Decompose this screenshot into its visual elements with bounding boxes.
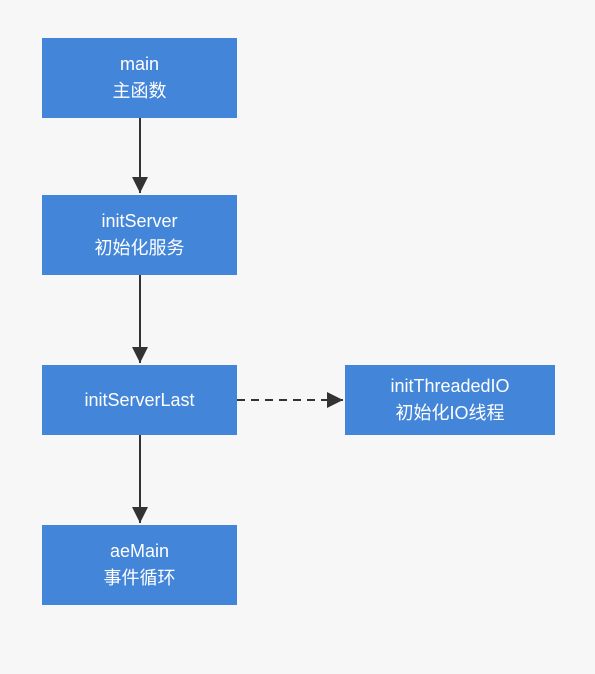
node-init-server-last: initServerLast bbox=[42, 365, 237, 435]
node-init-server: initServer 初始化服务 bbox=[42, 195, 237, 275]
node-main: main 主函数 bbox=[42, 38, 237, 118]
node-ae-main-line2: 事件循环 bbox=[104, 565, 176, 592]
node-main-line1: main bbox=[120, 51, 159, 78]
node-main-line2: 主函数 bbox=[113, 78, 167, 105]
node-ae-main-line1: aeMain bbox=[110, 538, 169, 565]
node-init-threaded-io-line1: initThreadedIO bbox=[390, 373, 509, 400]
node-init-threaded-io: initThreadedIO 初始化IO线程 bbox=[345, 365, 555, 435]
node-init-server-last-line1: initServerLast bbox=[84, 387, 194, 414]
node-init-server-line2: 初始化服务 bbox=[95, 235, 185, 262]
node-ae-main: aeMain 事件循环 bbox=[42, 525, 237, 605]
node-init-threaded-io-line2: 初始化IO线程 bbox=[395, 400, 504, 427]
node-init-server-line1: initServer bbox=[101, 208, 177, 235]
